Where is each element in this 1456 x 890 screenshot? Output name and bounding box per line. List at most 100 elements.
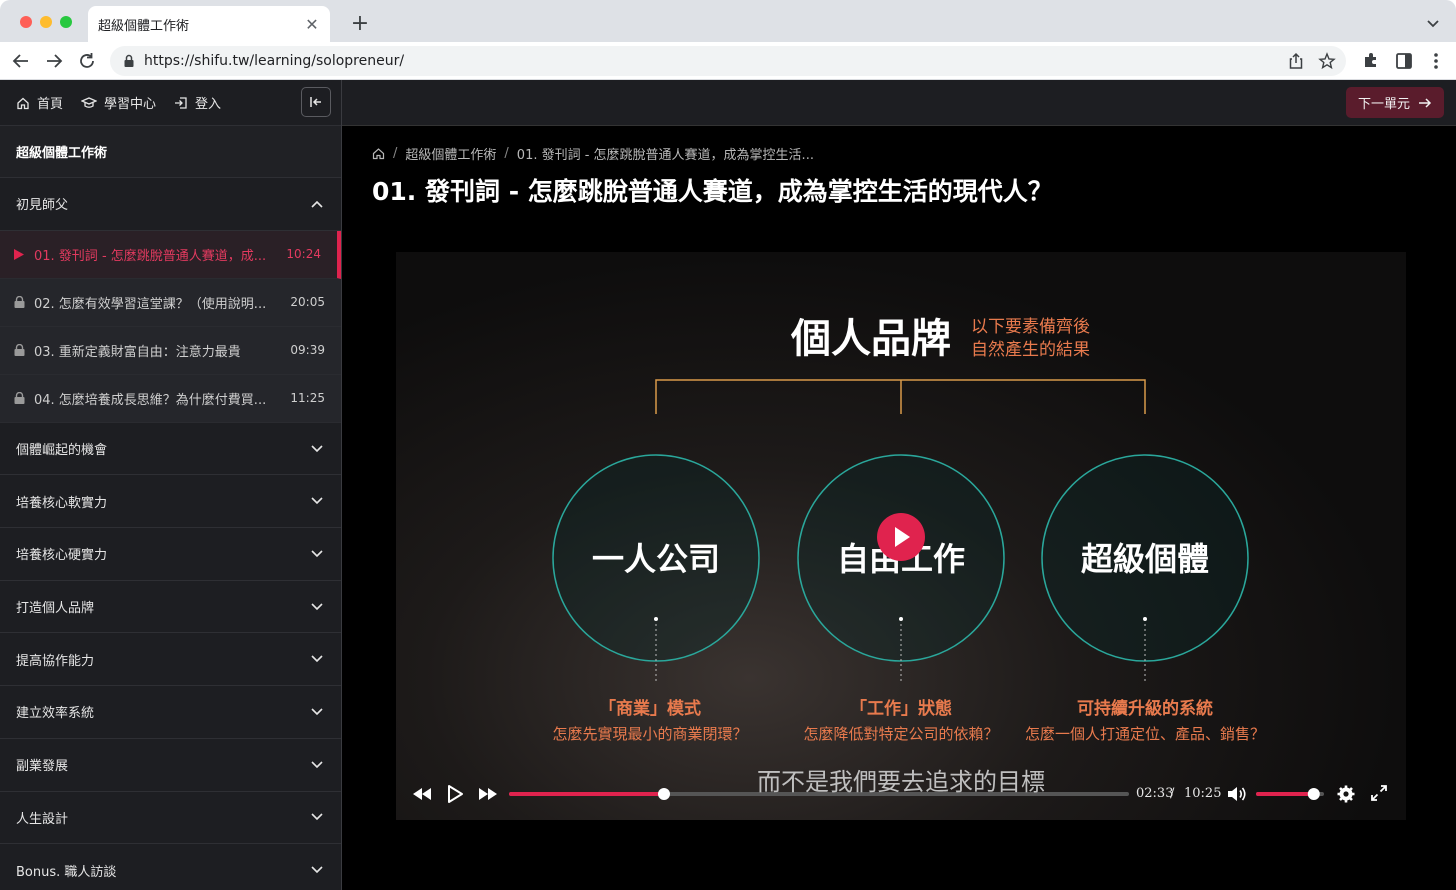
- forward-arrow-icon[interactable]: [43, 50, 65, 72]
- big-play-button[interactable]: [877, 513, 925, 561]
- tab-close-icon[interactable]: ✕: [304, 15, 320, 34]
- home-icon[interactable]: [372, 147, 385, 160]
- slide-heading: 個人品牌: [790, 316, 951, 362]
- chevron-down-icon: [311, 550, 323, 558]
- course-sidebar: 首頁 學習中心 登入 超級個體工作術 初見師父 01. 發刊詞 - 怎麼跳脫普通…: [0, 80, 342, 890]
- lesson-duration: 20:05: [290, 295, 325, 310]
- menu-kebab-icon[interactable]: [1426, 51, 1446, 71]
- section-header[interactable]: 打造個人品牌: [0, 581, 341, 634]
- lesson-item-locked[interactable]: 02. 怎麼有效學習這堂課？（使用說明... 20:05: [0, 278, 341, 327]
- slide-caption-question: 怎麼一個人打通定位、產品、銷售？: [1025, 725, 1265, 743]
- video-subtitle: 而不是我們要去追求的目標: [757, 768, 1045, 796]
- lock-icon: [14, 344, 25, 357]
- slide-caption-question: 怎麼降低對特定公司的依賴？: [803, 725, 998, 743]
- tab-search-chevron-icon[interactable]: [1424, 14, 1442, 32]
- nav-login-label: 登入: [195, 97, 222, 112]
- section-title: 建立效率系統: [16, 706, 95, 722]
- section-header[interactable]: 個體崛起的機會: [0, 423, 341, 476]
- minimize-window-button[interactable]: [40, 16, 52, 28]
- nav-learning-center-label: 學習中心: [104, 97, 157, 112]
- lesson-item-playing[interactable]: 01. 發刊詞 - 怎麼跳脫普通人賽道，成... 10:24: [0, 230, 341, 279]
- section-title: 副業發展: [16, 759, 69, 775]
- reload-icon[interactable]: [76, 50, 98, 72]
- lesson-item-locked[interactable]: 03. 重新定義財富自由：注意力最貴 09:39: [0, 326, 341, 375]
- nav-login-link[interactable]: 登入: [174, 93, 221, 112]
- section-header[interactable]: 培養核心軟實力: [0, 475, 341, 529]
- chevron-down-icon: [311, 761, 323, 768]
- breadcrumb-separator: /: [393, 146, 398, 161]
- lesson-title: 04. 怎麼培養成長思維？為什麼付費買...: [34, 392, 267, 408]
- lesson-duration: 09:39: [290, 343, 325, 358]
- section-header[interactable]: 提高協作能力: [0, 633, 341, 687]
- graduation-cap-icon: [81, 96, 98, 108]
- section-header[interactable]: 人生設計: [0, 792, 341, 845]
- login-icon: [175, 96, 187, 109]
- current-time: 02:33: [1136, 786, 1174, 801]
- lesson-duration: 10:24: [286, 247, 321, 262]
- chevron-down-icon: [311, 497, 323, 505]
- side-panel-icon[interactable]: [1394, 51, 1414, 71]
- slide-note-line1: 以下要素備齊後: [971, 317, 1090, 337]
- section-header[interactable]: 副業發展: [0, 739, 341, 792]
- slide-caption-title: 可持續升級的系統: [1077, 698, 1213, 719]
- lock-icon: [124, 54, 134, 67]
- play-icon[interactable]: [446, 784, 464, 804]
- section-header[interactable]: Bonus. 職人訪談: [0, 844, 341, 890]
- browser-chrome: 超級個體工作術 ✕ + https://shifu.tw/learning/so…: [0, 0, 1456, 80]
- time-separator: /: [1170, 786, 1175, 801]
- settings-gear-icon[interactable]: [1336, 784, 1356, 804]
- rewind-icon[interactable]: [412, 784, 432, 804]
- url-text: https://shifu.tw/learning/solopreneur/: [144, 53, 405, 69]
- home-icon: [17, 97, 29, 109]
- chevron-down-icon: [311, 866, 323, 874]
- breadcrumb: / 超級個體工作術 / 01. 發刊詞 - 怎麼跳脫普通人賽道，成為掌控生活..…: [372, 144, 814, 163]
- new-tab-button[interactable]: +: [348, 12, 372, 36]
- nav-home-link[interactable]: 首頁: [16, 93, 63, 112]
- browser-toolbar: https://shifu.tw/learning/solopreneur/: [0, 42, 1456, 80]
- collapse-sidebar-button[interactable]: [301, 87, 331, 117]
- back-arrow-icon[interactable]: [10, 50, 32, 72]
- slide-bracket: [655, 379, 1146, 414]
- lesson-title: 01. 發刊詞 - 怎麼跳脫普通人賽道，成...: [34, 248, 267, 264]
- nav-learning-center-link[interactable]: 學習中心: [81, 93, 156, 112]
- extensions-puzzle-icon[interactable]: [1361, 51, 1381, 71]
- close-window-button[interactable]: [20, 16, 32, 28]
- play-triangle-icon: [14, 248, 24, 260]
- section-header[interactable]: 建立效率系統: [0, 686, 341, 739]
- lesson-item-locked[interactable]: 04. 怎麼培養成長思維？為什麼付費買... 11:25: [0, 374, 341, 423]
- slide-caption-title: 「商業」模式: [599, 698, 701, 719]
- lock-icon: [14, 296, 25, 309]
- tab-title: 超級個體工作術: [98, 18, 190, 34]
- browser-tab[interactable]: 超級個體工作術 ✕: [88, 6, 330, 42]
- address-bar[interactable]: https://shifu.tw/learning/solopreneur/: [110, 46, 1346, 76]
- chevron-down-icon: [311, 444, 323, 452]
- section-header[interactable]: 培養核心硬實力: [0, 528, 341, 581]
- section-title: 培養核心硬實力: [16, 548, 108, 564]
- course-title: 超級個體工作術: [0, 126, 341, 178]
- slide-connector-dot: [1143, 617, 1147, 621]
- chevron-down-icon: [311, 603, 323, 610]
- next-unit-button[interactable]: 下一單元: [1345, 87, 1444, 118]
- slide-connector-dot: [899, 617, 903, 621]
- section-title: 初見師父: [16, 198, 69, 214]
- lesson-main: 下一單元 / 超級個體工作術 / 01. 發刊詞 - 怎麼跳脫普通人賽道，成為掌…: [342, 80, 1456, 890]
- collapse-left-icon: [310, 97, 321, 107]
- slide-circle-label: 超級個體: [1081, 540, 1209, 578]
- section-title: 打造個人品牌: [16, 601, 95, 617]
- volume-icon[interactable]: [1226, 784, 1248, 804]
- slide-connector-dot: [654, 617, 658, 621]
- breadcrumb-course-link[interactable]: 超級個體工作術: [405, 144, 496, 163]
- fullscreen-icon[interactable]: [1370, 784, 1388, 802]
- maximize-window-button[interactable]: [60, 16, 72, 28]
- next-unit-label: 下一單元: [1357, 97, 1410, 112]
- share-icon[interactable]: [1288, 52, 1304, 70]
- slide-circle-label: 一人公司: [592, 540, 720, 578]
- page-title: 01. 發刊詞 - 怎麼跳脫普通人賽道，成為掌控生活的現代人？: [372, 177, 1053, 206]
- section-header-open[interactable]: 初見師父: [0, 178, 341, 231]
- bookmark-star-icon[interactable]: [1318, 52, 1336, 70]
- video-player[interactable]: 個人品牌 以下要素備齊後 自然產生的結果 一人公司 自由工作 超級個體 「商業」…: [396, 252, 1406, 820]
- chevron-up-icon: [311, 200, 323, 208]
- fast-forward-icon[interactable]: [478, 784, 498, 804]
- lesson-title: 03. 重新定義財富自由：注意力最貴: [34, 344, 241, 360]
- lock-icon: [14, 392, 25, 405]
